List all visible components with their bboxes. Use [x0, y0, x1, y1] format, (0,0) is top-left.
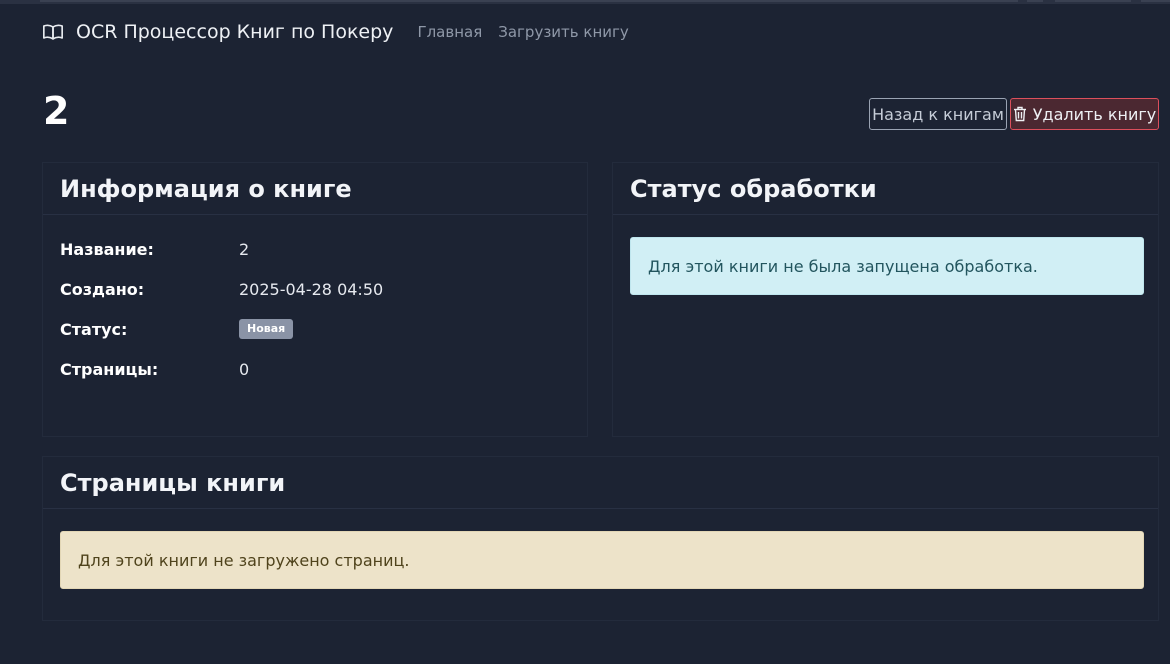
trash-icon	[1013, 106, 1027, 122]
top-strip-segment	[1141, 0, 1170, 2]
info-label: Создано:	[60, 279, 145, 299]
book-pages-card: Страницы книги Для этой книги не загруже…	[42, 456, 1159, 621]
book-open-icon	[42, 21, 64, 43]
info-label: Название:	[60, 239, 154, 259]
processing-info-alert: Для этой книги не была запущена обработк…	[630, 237, 1144, 295]
info-row-pages: Страницы: 0	[60, 358, 249, 380]
info-value: 2	[239, 239, 250, 259]
book-info-title: Информация о книге	[43, 163, 587, 215]
processing-status-title: Статус обработки	[613, 163, 1158, 215]
brand-link[interactable]: OCR Процессор Книг по Покеру	[42, 21, 393, 43]
info-row-created: Создано: 2025-04-28 04:50	[60, 278, 383, 300]
info-value: 2025-04-28 04:50	[239, 279, 384, 299]
no-pages-alert: Для этой книги не загружено страниц.	[60, 531, 1144, 589]
info-row-name: Название: 2	[60, 238, 249, 260]
book-pages-title: Страницы книги	[43, 457, 1158, 509]
processing-status-card: Статус обработки Для этой книги не была …	[612, 162, 1159, 437]
info-label: Статус:	[60, 319, 128, 339]
info-label: Страницы:	[60, 359, 159, 379]
navbar: OCR Процессор Книг по Покеру Главная Заг…	[0, 4, 1170, 60]
top-strip-segment	[1027, 0, 1043, 2]
nav-link-home[interactable]: Главная	[417, 23, 482, 41]
brand-title: OCR Процессор Книг по Покеру	[76, 21, 394, 43]
delete-book-label: Удалить книгу	[1032, 104, 1157, 124]
delete-book-button[interactable]: Удалить книгу	[1010, 98, 1159, 130]
book-info-card: Информация о книге Название: 2 Создано: …	[42, 162, 588, 437]
top-strip-segment	[1055, 0, 1131, 2]
info-row-status: Статус: Новая	[60, 318, 294, 340]
info-value: 0	[239, 359, 250, 379]
top-strip-segment	[40, 0, 1018, 2]
back-to-books-button[interactable]: Назад к книгам	[869, 98, 1007, 130]
page-title: 2	[43, 89, 70, 133]
nav-link-upload[interactable]: Загрузить книгу	[498, 23, 629, 41]
status-badge: Новая	[239, 319, 294, 339]
